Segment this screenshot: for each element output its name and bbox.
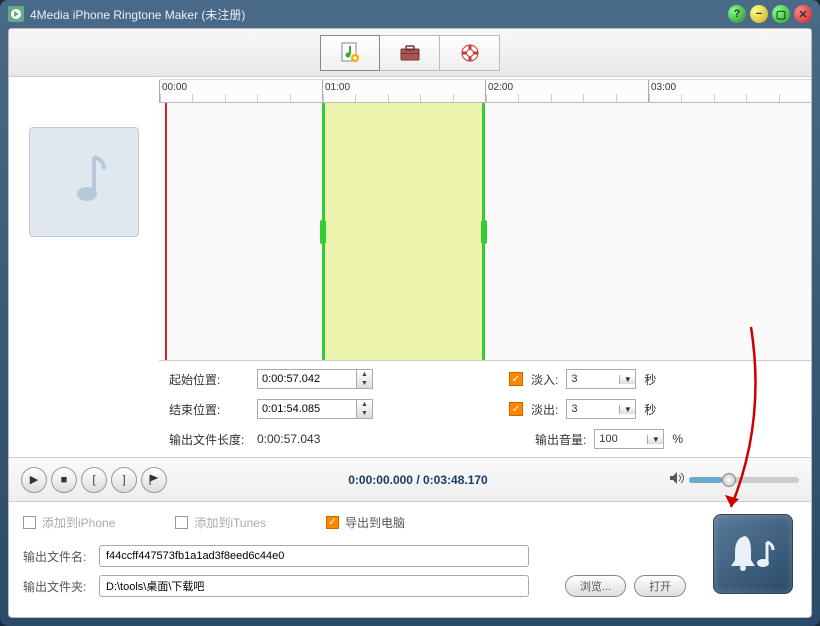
output-length-label: 输出文件长度: bbox=[169, 431, 249, 448]
export-to-pc-checkbox[interactable]: ✓ bbox=[326, 516, 339, 529]
volume-select[interactable]: 100▼ bbox=[594, 429, 664, 449]
selection-region[interactable] bbox=[322, 103, 485, 360]
spin-down-icon[interactable]: ▼ bbox=[357, 379, 372, 388]
briefcase-icon bbox=[399, 44, 421, 62]
waveform-canvas[interactable] bbox=[159, 103, 811, 361]
browse-button[interactable]: 浏览... bbox=[565, 575, 626, 597]
music-note-icon bbox=[59, 152, 109, 212]
add-to-iphone-checkbox[interactable] bbox=[23, 516, 36, 529]
dropdown-arrow-icon: ▼ bbox=[619, 405, 635, 414]
output-folder-label: 输出文件夹: bbox=[23, 578, 91, 595]
set-end-button[interactable]: ] bbox=[111, 467, 137, 493]
fadeout-select[interactable]: 3▼ bbox=[566, 399, 636, 419]
maximize-button[interactable]: ▢ bbox=[772, 5, 790, 23]
start-position-input[interactable]: ▲▼ bbox=[257, 369, 373, 389]
add-to-itunes-checkbox[interactable] bbox=[175, 516, 188, 529]
volume-slider[interactable] bbox=[689, 477, 799, 483]
output-panel: 添加到iPhone 添加到iTunes ✓ 导出到电脑 输出文件名: 输出文件夹:… bbox=[9, 501, 811, 617]
add-to-iphone-label: 添加到iPhone bbox=[42, 514, 115, 531]
ruler-tick: 01:00 bbox=[325, 82, 350, 93]
fadein-label: 淡入: bbox=[531, 371, 558, 388]
bell-music-icon bbox=[727, 528, 779, 580]
output-filename-label: 输出文件名: bbox=[23, 548, 91, 565]
volume-label: 输出音量: bbox=[535, 431, 586, 448]
music-add-icon bbox=[340, 42, 360, 64]
start-position-label: 起始位置: bbox=[169, 371, 249, 388]
dropdown-arrow-icon: ▼ bbox=[619, 375, 635, 384]
make-ringtone-button[interactable] bbox=[713, 514, 793, 594]
ruler-tick: 02:00 bbox=[488, 82, 513, 93]
app-window: 4Media iPhone Ringtone Maker (未注册) ? − ▢… bbox=[0, 0, 820, 626]
thumbnail-column bbox=[9, 77, 159, 457]
time-display: 0:00:00.000 / 0:03:48.170 bbox=[171, 473, 665, 487]
titlebar[interactable]: 4Media iPhone Ringtone Maker (未注册) ? − ▢… bbox=[0, 0, 820, 28]
output-length-value: 0:00:57.043 bbox=[257, 432, 320, 446]
play-button[interactable]: ▶ bbox=[21, 467, 47, 493]
transport-bar: ▶ ■ [ ] 0:00:00.000 / 0:03:48.170 bbox=[9, 457, 811, 501]
help-toolbar-button[interactable] bbox=[440, 35, 500, 71]
add-file-button[interactable] bbox=[320, 35, 380, 71]
app-icon bbox=[8, 6, 24, 22]
selection-end-handle[interactable] bbox=[481, 220, 487, 244]
editor-area: 00:00 01:00 02:00 03:00 起始位置: bbox=[9, 77, 811, 457]
window-title: 4Media iPhone Ringtone Maker (未注册) bbox=[30, 6, 724, 23]
fadeout-label: 淡出: bbox=[531, 401, 558, 418]
open-folder-button[interactable]: 打开 bbox=[634, 575, 686, 597]
selection-start-handle[interactable] bbox=[320, 220, 326, 244]
slider-thumb[interactable] bbox=[722, 473, 736, 487]
fadein-unit: 秒 bbox=[644, 371, 656, 388]
file-thumbnail[interactable] bbox=[29, 127, 139, 237]
stop-button[interactable]: ■ bbox=[51, 467, 77, 493]
spin-up-icon[interactable]: ▲ bbox=[357, 400, 372, 409]
end-position-label: 结束位置: bbox=[169, 401, 249, 418]
fadein-select[interactable]: 3▼ bbox=[566, 369, 636, 389]
play-flag-icon bbox=[148, 474, 160, 486]
toolbox-button[interactable] bbox=[380, 35, 440, 71]
fadein-checkbox[interactable]: ✓ bbox=[509, 372, 523, 386]
main-toolbar bbox=[9, 29, 811, 77]
output-folder-input[interactable] bbox=[99, 575, 529, 597]
volume-icon[interactable] bbox=[669, 471, 685, 488]
add-to-itunes-label: 添加到iTunes bbox=[194, 514, 266, 531]
spin-down-icon[interactable]: ▼ bbox=[357, 409, 372, 418]
end-position-input[interactable]: ▲▼ bbox=[257, 399, 373, 419]
preview-button[interactable] bbox=[141, 467, 167, 493]
lifebuoy-icon bbox=[460, 43, 480, 63]
dropdown-arrow-icon: ▼ bbox=[647, 435, 663, 444]
spin-up-icon[interactable]: ▲ bbox=[357, 370, 372, 379]
set-start-button[interactable]: [ bbox=[81, 467, 107, 493]
ruler-tick: 00:00 bbox=[162, 82, 187, 93]
volume-unit: % bbox=[672, 432, 683, 446]
close-button[interactable]: ✕ bbox=[794, 5, 812, 23]
content-pane: 00:00 01:00 02:00 03:00 起始位置: bbox=[8, 28, 812, 618]
minimize-button[interactable]: − bbox=[750, 5, 768, 23]
output-filename-input[interactable] bbox=[99, 545, 529, 567]
playhead[interactable] bbox=[165, 103, 167, 360]
help-button[interactable]: ? bbox=[728, 5, 746, 23]
export-to-pc-label: 导出到电脑 bbox=[345, 514, 405, 531]
time-ruler[interactable]: 00:00 01:00 02:00 03:00 bbox=[159, 79, 811, 103]
end-value-field[interactable] bbox=[257, 399, 357, 419]
fadeout-checkbox[interactable]: ✓ bbox=[509, 402, 523, 416]
waveform-column: 00:00 01:00 02:00 03:00 起始位置: bbox=[159, 77, 811, 457]
ruler-tick: 03:00 bbox=[651, 82, 676, 93]
parameters-panel: 起始位置: ▲▼ 结束位置: ▲▼ bbox=[159, 361, 811, 457]
fadeout-unit: 秒 bbox=[644, 401, 656, 418]
start-value-field[interactable] bbox=[257, 369, 357, 389]
